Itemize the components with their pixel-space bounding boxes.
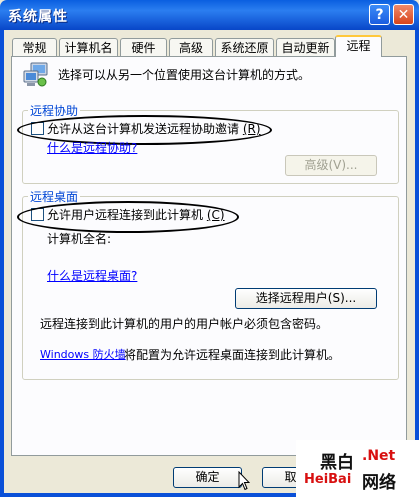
mouse-cursor-icon — [238, 471, 250, 491]
window-title: 系统属性 — [8, 9, 68, 25]
tab-general[interactable]: 常规 — [12, 38, 57, 56]
tab-remote[interactable]: 远程 — [335, 35, 382, 57]
tab-hardware[interactable]: 硬件 — [120, 38, 167, 56]
watermark-brand-en: HeiBai — [304, 472, 352, 487]
intro-text: 选择可以从另一个位置使用这台计算机的方式。 — [58, 68, 311, 82]
help-button[interactable]: ? — [369, 4, 390, 25]
remote-desktop-help-link[interactable]: 什么是远程桌面? — [47, 267, 137, 284]
tab-advanced[interactable]: 高级 — [169, 38, 213, 56]
window-frame-left — [0, 30, 4, 497]
remote-assistance-help-link[interactable]: 什么是远程协助? — [47, 139, 137, 156]
remote-assistance-group-title: 远程协助 — [28, 102, 81, 119]
computer-full-name-label: 计算机全名: — [47, 232, 112, 246]
highlight-oval — [17, 201, 239, 233]
tab-automatic-updates[interactable]: 自动更新 — [276, 38, 335, 56]
watermark-brand-net: .Net — [362, 448, 396, 464]
ok-button[interactable]: 确定 — [173, 467, 242, 488]
watermark-brand-cn-2: 网络 — [362, 473, 396, 493]
remote-computers-icon — [23, 62, 48, 87]
password-note: 远程连接到此计算机的用户的用户帐户必须包含密码。 — [40, 317, 329, 331]
windows-firewall-link[interactable]: Windows 防火墙 — [40, 346, 126, 362]
close-button[interactable]: ✕ — [393, 4, 414, 25]
tab-computer-name[interactable]: 计算机名 — [59, 38, 118, 56]
watermark-brand-cn-1: 黑白 — [320, 453, 354, 473]
title-bar[interactable]: 系统属性 ? ✕ — [0, 0, 419, 30]
tab-system-restore[interactable]: 系统还原 — [215, 38, 274, 56]
select-remote-users-button[interactable]: 选择远程用户(S)... — [235, 288, 377, 309]
heibai-watermark: 黑白 .Net HeiBai 网络 — [296, 440, 419, 497]
advanced-button[interactable]: 高级(V)... — [285, 155, 377, 176]
firewall-note: 将配置为允许远程桌面连接到此计算机。 — [124, 348, 341, 362]
window-frame-right — [415, 30, 419, 497]
